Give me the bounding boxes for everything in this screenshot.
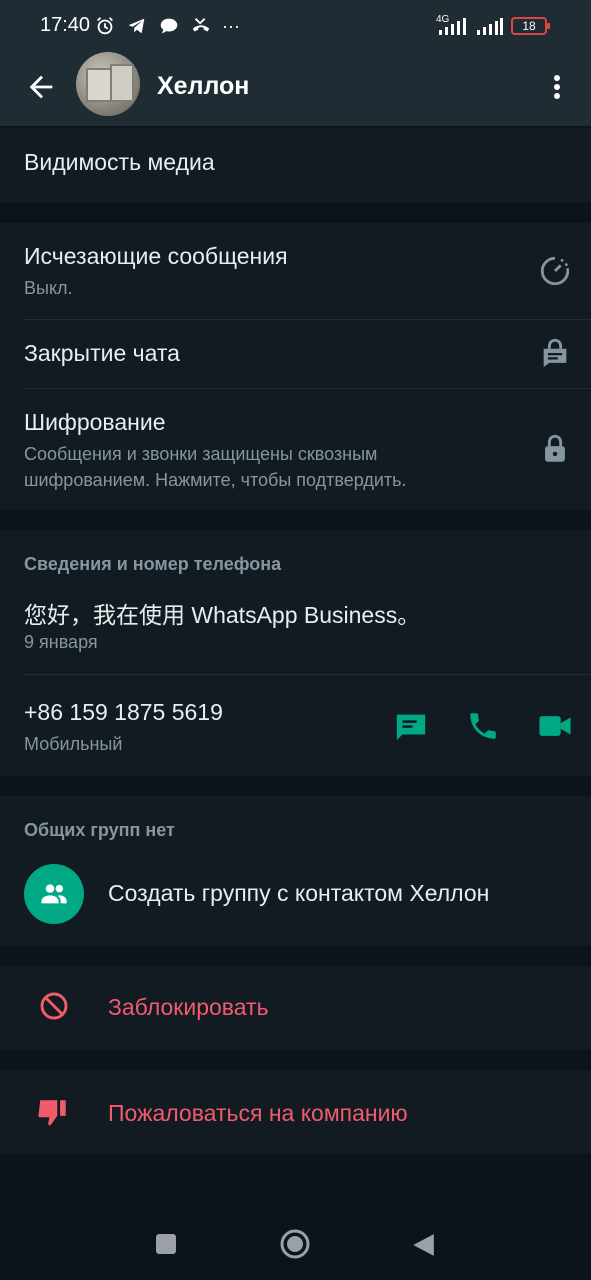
timer-icon bbox=[540, 256, 570, 286]
block-icon bbox=[40, 992, 68, 1020]
recents-icon[interactable] bbox=[154, 1232, 178, 1256]
thumbs-down-icon bbox=[38, 1100, 66, 1126]
status-notification-icons: ··· bbox=[94, 14, 240, 38]
message-icon[interactable] bbox=[394, 709, 428, 743]
about-text: 您好，我在使用 WhatsApp Business。 bbox=[24, 602, 421, 628]
disappearing-messages-value: Выкл. bbox=[24, 278, 73, 298]
groups-section: Общих групп нет Создать группу с контакт… bbox=[0, 796, 591, 946]
encryption-row[interactable]: Шифрование Сообщения и звонки защищены с… bbox=[0, 389, 591, 510]
back-nav-icon[interactable] bbox=[410, 1232, 436, 1258]
create-group-label: Создать группу с контактом Хеллон bbox=[108, 880, 490, 906]
encryption-desc-line1: Сообщения и звонки защищены сквозным bbox=[24, 444, 378, 464]
create-group-avatar bbox=[24, 864, 84, 924]
chat-lock-row[interactable]: Закрытие чата bbox=[0, 320, 591, 388]
telegram-icon bbox=[128, 18, 145, 34]
info-heading: Сведения и номер телефона bbox=[24, 554, 282, 574]
status-bar: 17:40 ··· 4G 18 bbox=[0, 0, 591, 52]
media-visibility-row[interactable]: Видимость медиа bbox=[0, 128, 591, 203]
phone-call-icon[interactable] bbox=[466, 709, 500, 743]
privacy-section: Исчезающие сообщения Выкл. Закрытие чата… bbox=[0, 223, 591, 510]
about-row[interactable]: 您好，我在使用 WhatsApp Business。 9 января bbox=[0, 586, 591, 674]
battery-indicator: 18 bbox=[511, 17, 550, 35]
phone-row[interactable]: +86 159 1875 5619 Мобильный bbox=[0, 675, 591, 776]
video-call-icon[interactable] bbox=[538, 709, 572, 743]
system-nav-bar bbox=[0, 1200, 591, 1280]
lock-icon bbox=[545, 434, 565, 462]
report-label: Пожаловаться на компанию bbox=[108, 1100, 408, 1126]
signal-icon-2 bbox=[477, 18, 503, 35]
phone-number: +86 159 1875 5619 bbox=[24, 699, 223, 725]
status-system-icons: 18 bbox=[437, 14, 550, 38]
groups-heading: Общих групп нет bbox=[24, 820, 175, 840]
app-bar: Хеллон bbox=[0, 52, 591, 126]
disappearing-messages-row[interactable]: Исчезающие сообщения Выкл. bbox=[0, 223, 591, 319]
disappearing-messages-title: Исчезающие сообщения bbox=[24, 243, 288, 269]
report-row[interactable]: Пожаловаться на компанию bbox=[0, 1070, 591, 1154]
create-group-row[interactable]: Создать группу с контактом Хеллон bbox=[0, 856, 591, 936]
more-notifications-indicator: ··· bbox=[222, 15, 240, 36]
chat-lock-title: Закрытие чата bbox=[24, 340, 180, 366]
media-visibility-label: Видимость медиа bbox=[24, 149, 215, 175]
chat-lock-icon bbox=[543, 338, 567, 368]
arrow-left-icon[interactable] bbox=[24, 70, 58, 104]
battery-level: 18 bbox=[522, 19, 536, 33]
more-vert-icon[interactable] bbox=[546, 72, 568, 102]
status-time: 17:40 bbox=[40, 14, 91, 36]
top-bar: 17:40 ··· 4G 18 Хеллон bbox=[0, 0, 591, 126]
home-icon[interactable] bbox=[279, 1228, 311, 1260]
chat-bubble-icon bbox=[160, 18, 178, 34]
about-date: 9 января bbox=[24, 632, 98, 652]
alarm-icon bbox=[97, 17, 113, 35]
encryption-desc-line2: шифрованием. Нажмите, чтобы подтвердить. bbox=[24, 470, 407, 490]
block-row[interactable]: Заблокировать bbox=[0, 966, 591, 1050]
avatar[interactable] bbox=[76, 52, 140, 116]
block-label: Заблокировать bbox=[108, 994, 269, 1020]
signal-icon bbox=[439, 18, 466, 35]
contact-name: Хеллон bbox=[157, 72, 250, 100]
group-icon bbox=[41, 884, 67, 904]
phone-type: Мобильный bbox=[24, 734, 123, 754]
info-section: Сведения и номер телефона 您好，我在使用 WhatsA… bbox=[0, 530, 591, 776]
encryption-title: Шифрование bbox=[24, 409, 166, 435]
missed-call-icon bbox=[192, 18, 210, 32]
